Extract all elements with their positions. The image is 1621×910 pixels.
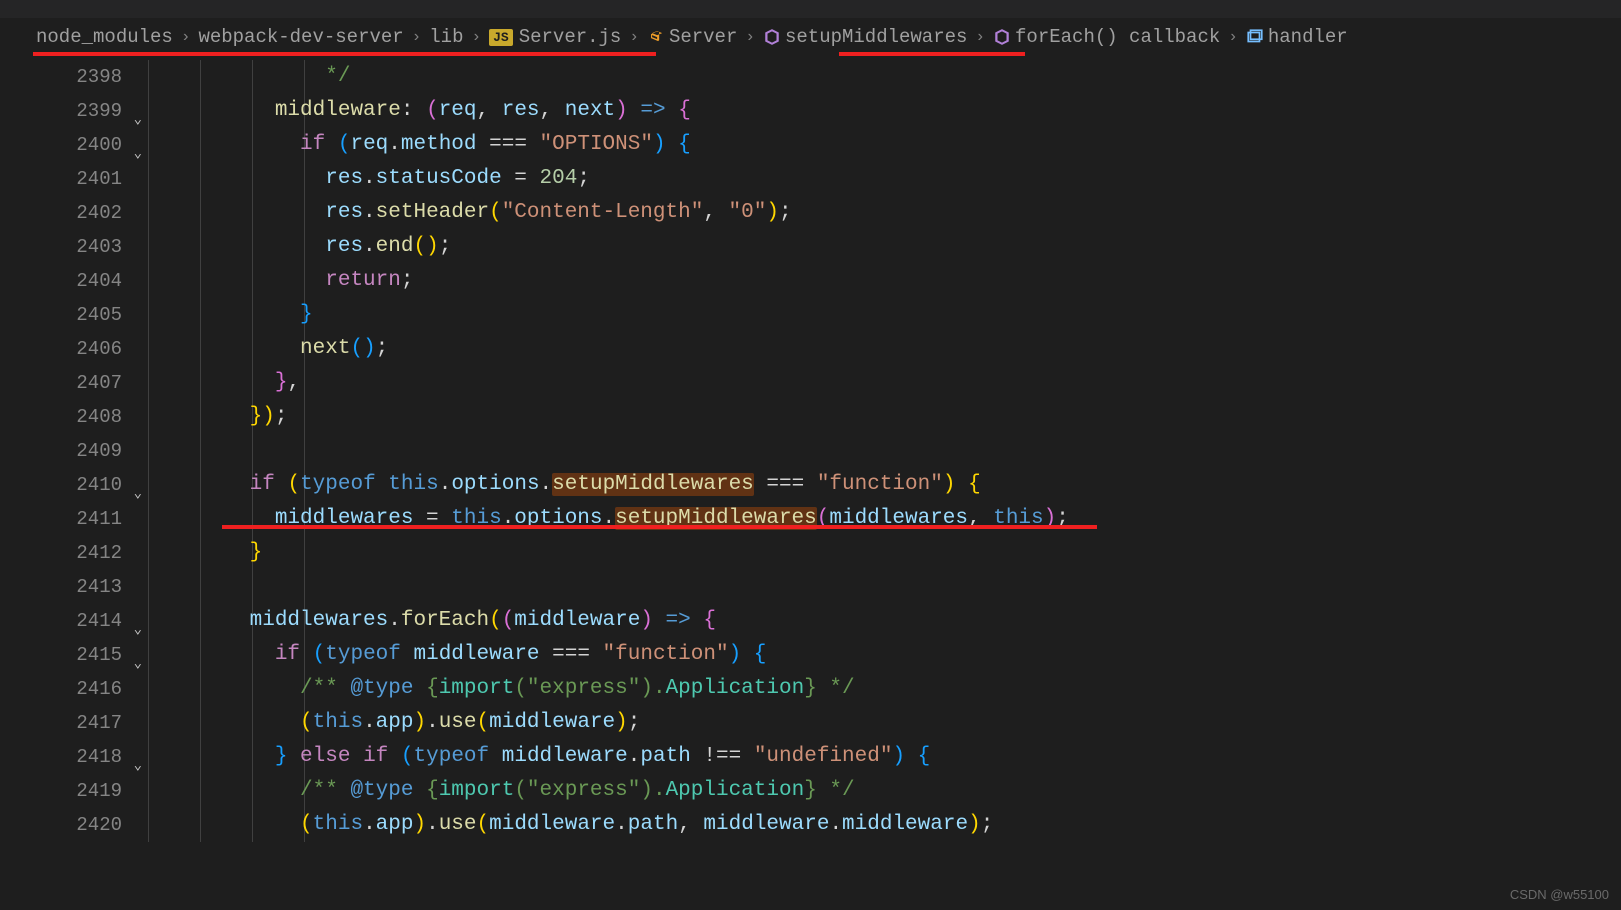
code-line[interactable]: /** @type {import("express").Application… <box>174 672 1621 706</box>
fold-chevron-icon[interactable]: ⌄ <box>134 137 142 171</box>
code-line[interactable]: res.end(); <box>174 230 1621 264</box>
crumb-method-setup[interactable]: setupMiddlewares <box>763 26 967 48</box>
code-line[interactable]: next(); <box>174 332 1621 366</box>
code-line[interactable]: res.statusCode = 204; <box>174 162 1621 196</box>
code-line[interactable]: if (req.method === "OPTIONS") { <box>174 128 1621 162</box>
chevron-right-icon: › <box>745 28 755 46</box>
class-icon <box>647 28 665 46</box>
line-number[interactable]: 2413 <box>0 570 122 604</box>
chevron-right-icon: › <box>629 28 639 46</box>
line-number[interactable]: 2401 <box>0 162 122 196</box>
crumb-file[interactable]: JS Server.js <box>489 26 621 48</box>
fold-chevron-icon[interactable]: ⌄ <box>134 477 142 511</box>
js-file-icon: JS <box>489 29 513 46</box>
chevron-right-icon: › <box>181 28 191 46</box>
line-number[interactable]: 2406 <box>0 332 122 366</box>
symbol-icon <box>1246 28 1264 46</box>
crumb-pkg[interactable]: webpack-dev-server <box>198 26 403 48</box>
chevron-right-icon: › <box>412 28 422 46</box>
code-line[interactable]: }, <box>174 366 1621 400</box>
gutter[interactable]: 23982399⌄2400⌄24012402240324042405240624… <box>0 60 148 842</box>
line-number[interactable]: 2412 <box>0 536 122 570</box>
line-number[interactable]: 2420 <box>0 808 122 842</box>
line-number[interactable]: 2400⌄ <box>0 128 122 162</box>
crumb-callback[interactable]: forEach() callback <box>993 26 1220 48</box>
annotation-underline <box>839 52 1025 56</box>
line-number[interactable]: 2415⌄ <box>0 638 122 672</box>
line-number[interactable]: 2418⌄ <box>0 740 122 774</box>
annotation-underline <box>33 52 656 56</box>
chevron-right-icon: › <box>472 28 482 46</box>
breadcrumb[interactable]: node_modules › webpack-dev-server › lib … <box>0 18 1621 56</box>
code-line[interactable]: middlewares.forEach((middleware) => { <box>174 604 1621 638</box>
code-line[interactable]: if (typeof middleware === "function") { <box>174 638 1621 672</box>
fold-chevron-icon[interactable]: ⌄ <box>134 647 142 681</box>
line-number[interactable]: 2410⌄ <box>0 468 122 502</box>
fold-chevron-icon[interactable]: ⌄ <box>134 103 142 137</box>
watermark: CSDN @w55100 <box>1510 887 1609 902</box>
line-number[interactable]: 2407 <box>0 366 122 400</box>
line-number[interactable]: 2399⌄ <box>0 94 122 128</box>
code-line[interactable] <box>174 570 1621 604</box>
code-line[interactable] <box>174 434 1621 468</box>
code-line[interactable]: (this.app).use(middleware.path, middlewa… <box>174 808 1621 842</box>
code-line[interactable]: } <box>174 536 1621 570</box>
chevron-right-icon: › <box>1228 28 1238 46</box>
code-editor[interactable]: 23982399⌄2400⌄24012402240324042405240624… <box>0 56 1621 842</box>
line-number[interactable]: 2402 <box>0 196 122 230</box>
crumb-handler[interactable]: handler <box>1246 26 1348 48</box>
line-number[interactable]: 2403 <box>0 230 122 264</box>
method-icon <box>993 28 1011 46</box>
line-number[interactable]: 2416 <box>0 672 122 706</box>
line-number[interactable]: 2411 <box>0 502 122 536</box>
code-line[interactable]: if (typeof this.options.setupMiddlewares… <box>174 468 1621 502</box>
code-line[interactable]: } else if (typeof middleware.path !== "u… <box>174 740 1621 774</box>
line-number[interactable]: 2398 <box>0 60 122 94</box>
code-line[interactable]: middlewares = this.options.setupMiddlewa… <box>174 502 1621 536</box>
crumb-node-modules[interactable]: node_modules <box>36 26 173 48</box>
code-line[interactable]: /** @type {import("express").Application… <box>174 774 1621 808</box>
code-line[interactable]: (this.app).use(middleware); <box>174 706 1621 740</box>
annotation-underline <box>222 525 1097 529</box>
code-line[interactable]: } <box>174 298 1621 332</box>
fold-chevron-icon[interactable]: ⌄ <box>134 613 142 647</box>
method-icon <box>763 28 781 46</box>
chevron-right-icon: › <box>975 28 985 46</box>
code-line[interactable]: middleware: (req, res, next) => { <box>174 94 1621 128</box>
line-number[interactable]: 2414⌄ <box>0 604 122 638</box>
crumb-class[interactable]: Server <box>647 26 737 48</box>
code-line[interactable]: }); <box>174 400 1621 434</box>
crumb-lib[interactable]: lib <box>429 26 463 48</box>
code-area[interactable]: */ middleware: (req, res, next) => { if … <box>148 60 1621 842</box>
tab-bar <box>0 0 1621 18</box>
line-number[interactable]: 2417 <box>0 706 122 740</box>
line-number[interactable]: 2408 <box>0 400 122 434</box>
code-line[interactable]: */ <box>174 60 1621 94</box>
code-line[interactable]: return; <box>174 264 1621 298</box>
line-number[interactable]: 2404 <box>0 264 122 298</box>
code-line[interactable]: res.setHeader("Content-Length", "0"); <box>174 196 1621 230</box>
line-number[interactable]: 2419 <box>0 774 122 808</box>
line-number[interactable]: 2405 <box>0 298 122 332</box>
line-number[interactable]: 2409 <box>0 434 122 468</box>
fold-chevron-icon[interactable]: ⌄ <box>134 749 142 783</box>
